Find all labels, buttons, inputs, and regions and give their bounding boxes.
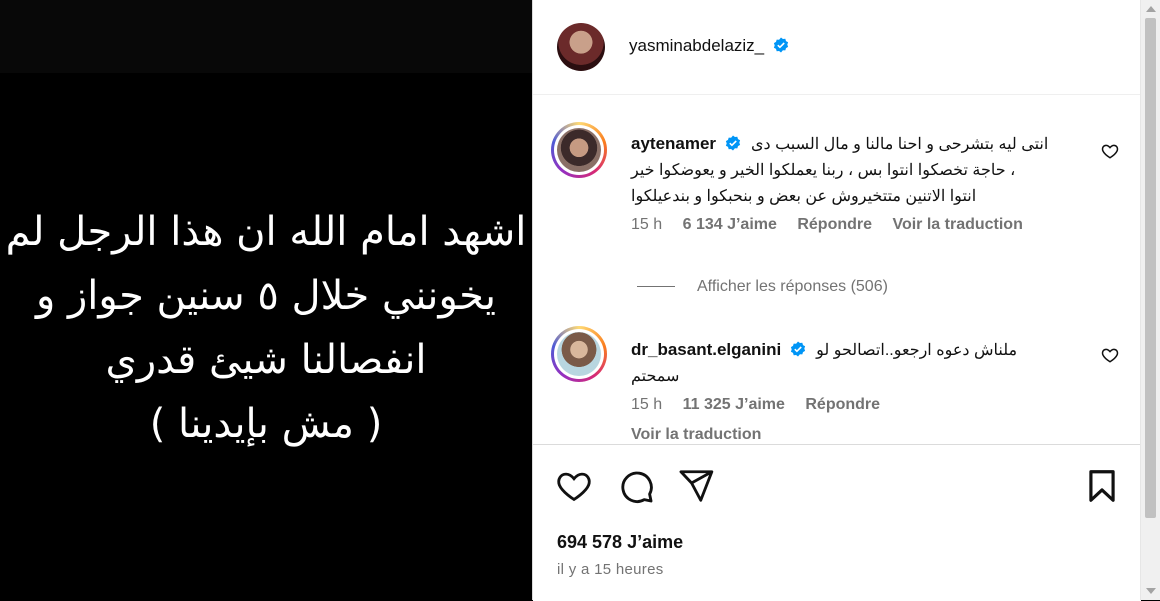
- author-username-row[interactable]: yasminabdelaziz_: [629, 36, 789, 56]
- comment-body: aytenamer انتى ليه بتشرحى و احنا مالنا و…: [631, 132, 1081, 234]
- comment-time[interactable]: 15 h: [631, 396, 662, 413]
- comment-likes[interactable]: 11 325 J’aime: [683, 396, 785, 413]
- verified-badge-icon: [725, 135, 740, 151]
- comment-like-heart-icon[interactable]: [1101, 142, 1119, 160]
- media-top-band: [0, 0, 532, 73]
- post-header: yasminabdelaziz_: [533, 0, 1141, 95]
- share-send-icon[interactable]: [677, 467, 715, 505]
- see-translation-link[interactable]: Voir la traduction: [631, 426, 761, 442]
- see-translation-link[interactable]: Voir la traduction: [892, 216, 1022, 233]
- replies-divider: [637, 286, 675, 288]
- post-media[interactable]: اشهد امام الله ان هذا الرجل لم يخونني خل…: [0, 0, 532, 600]
- comment-text-line: انتوا الاتنين متتخيروش عن بعض و بنحبكوا …: [631, 188, 977, 205]
- window-scrollbar[interactable]: [1140, 0, 1160, 600]
- scroll-down-arrow-icon[interactable]: [1146, 588, 1156, 594]
- comment-bubble-icon[interactable]: [617, 467, 655, 505]
- author-username[interactable]: yasminabdelaziz_: [629, 36, 764, 55]
- comment-text-line: حاجة تخصكوا انتوا بس ، ربنا يعملكوا الخي…: [631, 162, 1016, 179]
- comment-text-line: انتى ليه بتشرحى و احنا مالنا و مال السبب…: [750, 136, 1049, 153]
- save-bookmark-icon[interactable]: [1083, 467, 1121, 505]
- view-replies-button[interactable]: Afficher les réponses (506): [637, 278, 888, 296]
- media-line-3: انفصالنا شيئ قدري: [105, 337, 427, 383]
- scroll-up-arrow-icon[interactable]: [1146, 6, 1156, 12]
- comment-like-heart-icon[interactable]: [1101, 346, 1119, 364]
- media-line-1: اشهد امام الله ان هذا الرجل لم: [5, 209, 527, 255]
- reply-button[interactable]: Répondre: [805, 396, 880, 413]
- commenter-username[interactable]: aytenamer: [631, 134, 716, 153]
- comment-meta: 15 h 11 325 J’aime Répondre: [631, 396, 1081, 414]
- verified-badge-icon: [790, 341, 805, 357]
- media-line-4: ( مش بإيدينا ): [149, 401, 383, 447]
- view-replies-label[interactable]: Afficher les réponses (506): [697, 278, 888, 295]
- comment-body: dr_basant.elganini ملناش دعوه ارجعو..اتص…: [631, 338, 1081, 414]
- author-avatar[interactable]: [557, 23, 605, 71]
- comment-likes[interactable]: 6 134 J’aime: [683, 216, 777, 233]
- like-heart-icon[interactable]: [555, 467, 593, 505]
- reply-button[interactable]: Répondre: [797, 216, 872, 233]
- commenter-avatar[interactable]: [551, 326, 607, 382]
- post-timestamp[interactable]: il y a 15 heures: [557, 561, 664, 578]
- scrollbar-thumb[interactable]: [1145, 18, 1156, 518]
- commenter-avatar[interactable]: [551, 122, 607, 178]
- media-line-2: يخونني خلال ٥ سنين جواز و: [35, 273, 497, 319]
- comment-text-line: ملناش دعوه ارجعو..اتصالحو لو: [816, 342, 1018, 359]
- comment-text-line: سمحتم: [631, 368, 680, 385]
- post-side-panel: yasminabdelaziz_ aytenamer انتى ليه بتشر…: [532, 0, 1141, 601]
- post-actions: 694 578 J’aime il y a 15 heures: [533, 444, 1141, 601]
- verified-badge-icon: [773, 37, 788, 53]
- post-likes-count[interactable]: 694 578 J’aime: [557, 532, 683, 553]
- comment-time[interactable]: 15 h: [631, 216, 662, 233]
- comment-meta: 15 h 6 134 J’aime Répondre Voir la tradu…: [631, 216, 1081, 234]
- media-text: اشهد امام الله ان هذا الرجل لم يخونني خل…: [0, 200, 532, 456]
- commenter-username[interactable]: dr_basant.elganini: [631, 340, 781, 359]
